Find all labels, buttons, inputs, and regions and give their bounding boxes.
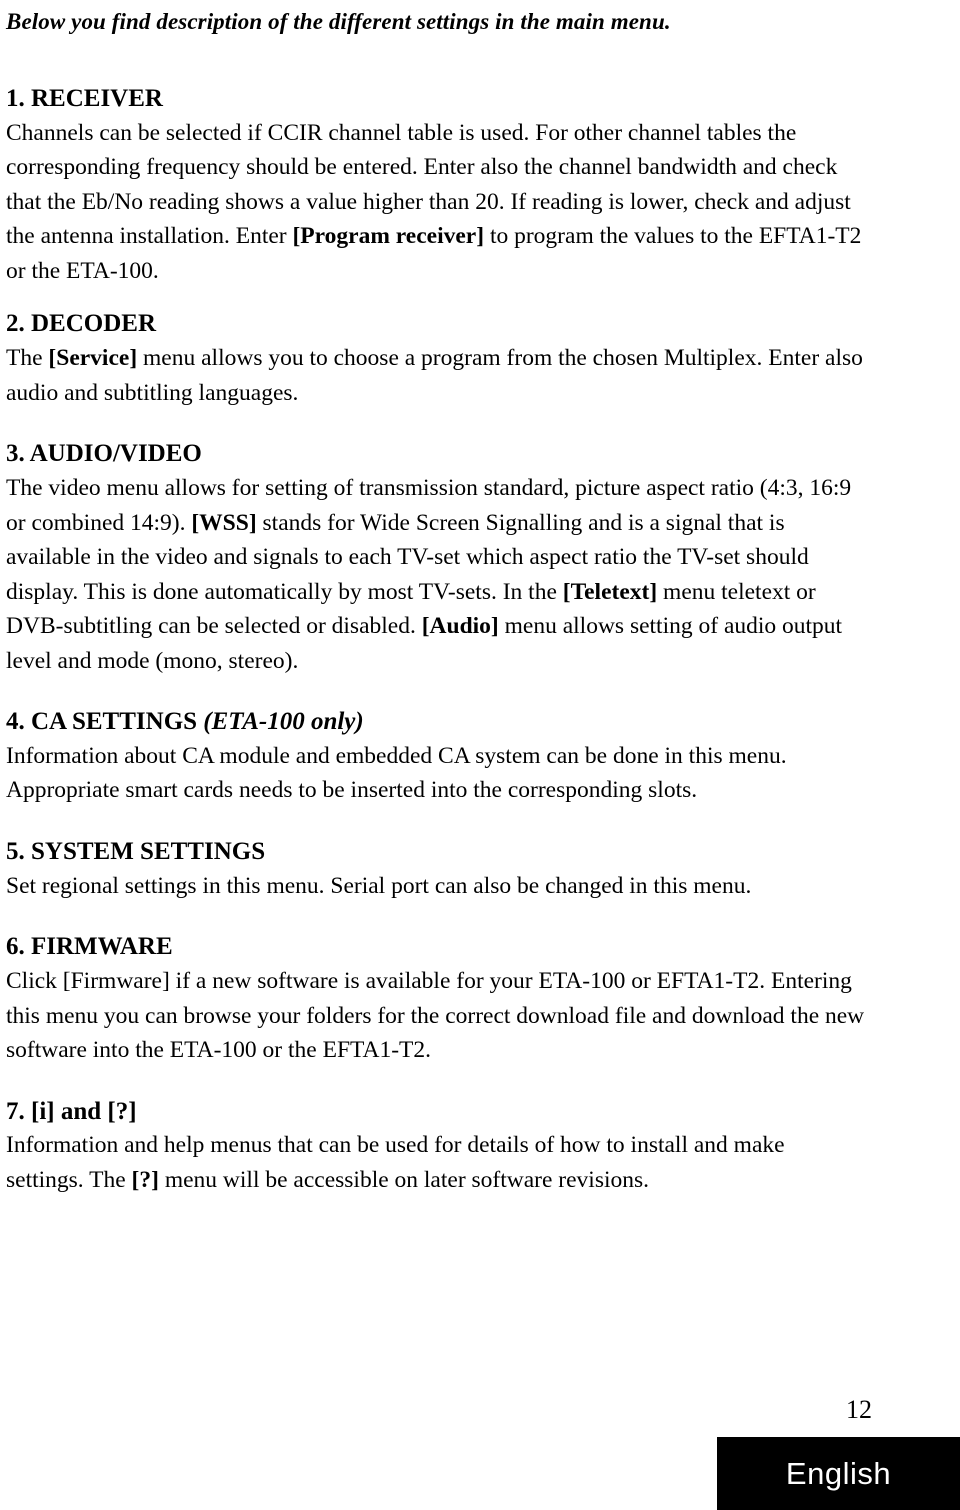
section-body: Information and help menus that can be u…	[6, 1132, 785, 1193]
section-body: The video menu allows for setting of tra…	[6, 474, 852, 674]
section-heading: 4. CA SETTINGS (ETA-100 only)	[6, 708, 364, 736]
section-ca-settings: 4. CA SETTINGS (ETA-100 only) Informatio…	[6, 708, 866, 808]
section-heading: 1. RECEIVER	[6, 85, 163, 112]
section-info-help: 7. [i] and [?] Information and help menu…	[6, 1098, 866, 1198]
section-decoder: 2. DECODER The [Service] menu allows you…	[6, 310, 866, 410]
section-body: Click [Firmware] if a new software is av…	[6, 968, 865, 1064]
section-body: The [Service] menu allows you to choose …	[6, 345, 863, 406]
section-body: Set regional settings in this menu. Seri…	[6, 872, 752, 899]
section-audio-video: 3. AUDIO/VIDEO The video menu allows for…	[6, 440, 866, 678]
section-firmware: 6. FIRMWARE Click [Firmware] if a new so…	[6, 933, 866, 1067]
section-heading: 2. DECODER	[6, 310, 157, 338]
section-body: Channels can be selected if CCIR channel…	[6, 119, 862, 284]
language-label: English	[785, 1455, 892, 1491]
page-number: 12	[846, 1395, 872, 1424]
section-heading: 7. [i] and [?]	[6, 1097, 137, 1125]
document-page: Below you find description of the differ…	[0, 0, 960, 1510]
section-receiver: 1. RECEIVER Channels can be selected if …	[6, 85, 866, 288]
page-content: Below you find description of the differ…	[6, 0, 866, 1197]
language-badge: English	[717, 1437, 960, 1510]
section-body: Information about CA module and embedded…	[6, 742, 787, 804]
section-system-settings: 5. SYSTEM SETTINGS Set regional settings…	[6, 838, 866, 903]
section-heading: 6. FIRMWARE	[6, 933, 173, 961]
intro-paragraph: Below you find description of the differ…	[6, 9, 671, 34]
section-heading: 5. SYSTEM SETTINGS	[6, 837, 266, 865]
section-heading: 3. AUDIO/VIDEO	[6, 440, 202, 468]
